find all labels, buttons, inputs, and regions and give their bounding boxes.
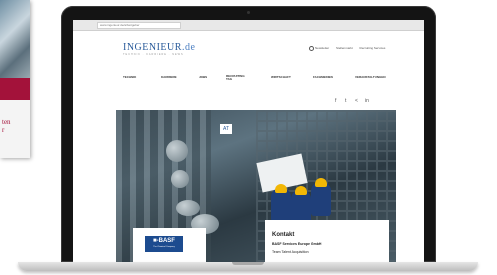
main-nav: TECHNIK KARRIERE JOBS RECRUITING TAG WIR…	[123, 75, 393, 87]
contact-box: Kontakt BASF Services Europe GmbH Team T…	[265, 220, 389, 262]
linkedin-icon[interactable]: in	[365, 98, 369, 104]
helmet-graphic	[275, 184, 287, 193]
browser-toolbar: www.ingenieur.de/arbeitgeber	[73, 20, 424, 31]
basf-logo[interactable]: ■-BASF The Chemical Company	[145, 236, 183, 252]
nav-item-karriere[interactable]: KARRIERE	[161, 75, 177, 79]
twitter-icon[interactable]: t	[345, 98, 346, 104]
top-link-newsletter[interactable]: Newsletter	[309, 46, 329, 51]
tank-graphic	[171, 170, 189, 188]
card-text-line1: ten	[2, 118, 11, 126]
helmet-graphic	[315, 178, 327, 187]
camera-icon	[247, 11, 250, 14]
laptop-base	[18, 262, 478, 271]
nav-item-fachmedien[interactable]: FACHMEDIEN	[313, 75, 333, 79]
card-photo	[0, 0, 30, 78]
background-card: ten r	[0, 0, 30, 158]
basf-logo-sub: The Chemical Company	[153, 246, 175, 248]
nav-item-recruiting-tag[interactable]: RECRUITING TAG	[226, 75, 246, 81]
top-links: Newsletter Stellenmarkt Recruiting Servi…	[309, 46, 391, 51]
worker-figure	[291, 190, 311, 224]
nav-item-wirtschaft[interactable]: WIRTSCHAFT	[271, 75, 291, 79]
contact-title: Kontakt	[272, 232, 295, 238]
nav-item-technik[interactable]: TECHNIK	[123, 75, 136, 79]
basf-logo-text: ■-BASF	[153, 238, 175, 244]
tank-graphic	[176, 200, 200, 216]
search-icon	[309, 46, 314, 51]
site-logo[interactable]: INGENIEUR.de	[123, 42, 195, 53]
employer-logo-box: ■-BASF The Chemical Company	[133, 228, 206, 262]
tank-graphic	[166, 140, 188, 162]
contact-company: BASF Services Europe GmbH	[272, 242, 322, 246]
nav-item-jobs[interactable]: JOBS	[199, 75, 207, 79]
facebook-icon[interactable]: f	[335, 98, 336, 104]
site-tagline: TECHNIK · KARRIERE · NEWS	[123, 53, 184, 56]
laptop-bezel: www.ingenieur.de/arbeitgeber INGENIEUR.d…	[61, 6, 436, 262]
top-link-recruiting[interactable]: Recruiting Services	[360, 46, 386, 50]
address-bar[interactable]: www.ingenieur.de/arbeitgeber	[97, 22, 181, 29]
card-text: ten r	[2, 118, 11, 134]
hero-badge: AT	[220, 124, 232, 134]
logo-suffix: .de	[181, 42, 196, 53]
helmet-graphic	[295, 186, 307, 195]
contact-team: Team Talent Acquisition	[272, 250, 309, 254]
top-link-stellenmarkt[interactable]: Stellenmarkt	[336, 46, 353, 50]
worker-figure	[271, 188, 291, 222]
laptop-screen: www.ingenieur.de/arbeitgeber INGENIEUR.d…	[73, 20, 424, 262]
worker-figure	[311, 182, 331, 216]
logo-text: INGENIEUR	[123, 42, 182, 53]
card-text-line2: r	[2, 126, 5, 134]
laptop-notch	[232, 262, 264, 265]
nav-item-veranstaltungen[interactable]: VERANSTALTUNGEN	[355, 75, 386, 79]
card-red-band	[0, 78, 30, 100]
share-icon[interactable]: <	[355, 98, 358, 104]
